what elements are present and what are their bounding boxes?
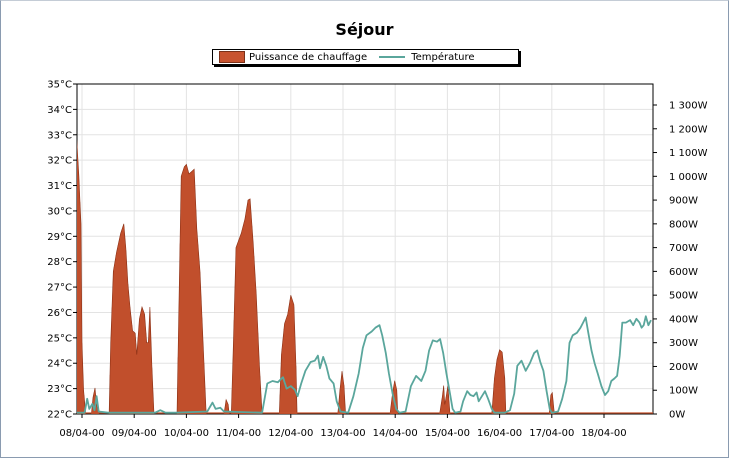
y-right-tick-label: 1 200W <box>669 124 708 135</box>
y-left-tick-label: 23°C <box>47 384 72 395</box>
y-right-tick-label: 0W <box>669 410 685 421</box>
y-left-tick-label: 22°C <box>47 410 72 421</box>
plot-frame <box>76 83 654 415</box>
y-left-tick-label: 32°C <box>47 156 72 167</box>
y-right-tick-label: 400W <box>669 314 698 325</box>
x-tick-label: 18/04-00 <box>581 428 626 439</box>
y-axis-left: 22°C 23°C 24°C 25°C 26°C 27°C 28°C 29°C 30°C 31°C… <box>47 80 77 421</box>
y-left-tick-label: 33°C <box>47 130 72 141</box>
y-right-tick-label: 1 000W <box>669 172 708 183</box>
y-right-tick-label: 600W <box>669 267 698 278</box>
y-left-tick-label: 27°C <box>47 283 72 294</box>
y-left-tick-label: 31°C <box>47 181 72 192</box>
x-tick-label: 16/04-00 <box>477 428 522 439</box>
y-right-tick-label: 900W <box>669 196 698 207</box>
y-right-tick-label: 800W <box>669 219 698 230</box>
y-left-tick-label: 30°C <box>47 206 72 217</box>
y-left-tick-label: 35°C <box>47 80 72 91</box>
y-axis-right: 0W 100W 200W 300W 400W 500W 600W 700W 800W 900W 1 … <box>653 101 708 421</box>
x-axis: 08/04-00 09/04-00 10/04-00 11/04-00 12/04-00… <box>59 414 627 439</box>
x-tick-label: 08/04-00 <box>59 428 104 439</box>
y-left-tick-label: 28°C <box>47 257 72 268</box>
y-left-tick-label: 26°C <box>47 308 72 319</box>
heating-burst <box>77 139 87 414</box>
y-left-tick-label: 25°C <box>47 333 72 344</box>
chart-plot: 22°C 23°C 24°C 25°C 26°C 27°C 28°C 29°C 30°C 31°C… <box>47 80 708 440</box>
y-right-tick-label: 1 100W <box>669 148 708 159</box>
y-right-tick-label: 1 300W <box>669 101 708 112</box>
x-tick-label: 14/04-00 <box>373 428 418 439</box>
x-tick-label: 17/04-00 <box>529 428 574 439</box>
x-tick-label: 09/04-00 <box>112 428 157 439</box>
y-right-tick-label: 200W <box>669 362 698 373</box>
x-tick-label: 13/04-00 <box>320 428 365 439</box>
x-tick-label: 12/04-00 <box>268 428 313 439</box>
y-left-tick-label: 24°C <box>47 359 72 370</box>
y-left-tick-label: 29°C <box>47 232 72 243</box>
x-tick-label: 11/04-00 <box>216 428 261 439</box>
x-tick-label: 15/04-00 <box>425 428 470 439</box>
y-right-tick-label: 300W <box>669 338 698 349</box>
y-right-tick-label: 100W <box>669 386 698 397</box>
y-right-tick-label: 500W <box>669 291 698 302</box>
y-right-tick-label: 700W <box>669 243 698 254</box>
gridlines <box>77 83 653 415</box>
y-left-tick-label: 34°C <box>47 105 72 116</box>
x-tick-label: 10/04-00 <box>164 428 209 439</box>
